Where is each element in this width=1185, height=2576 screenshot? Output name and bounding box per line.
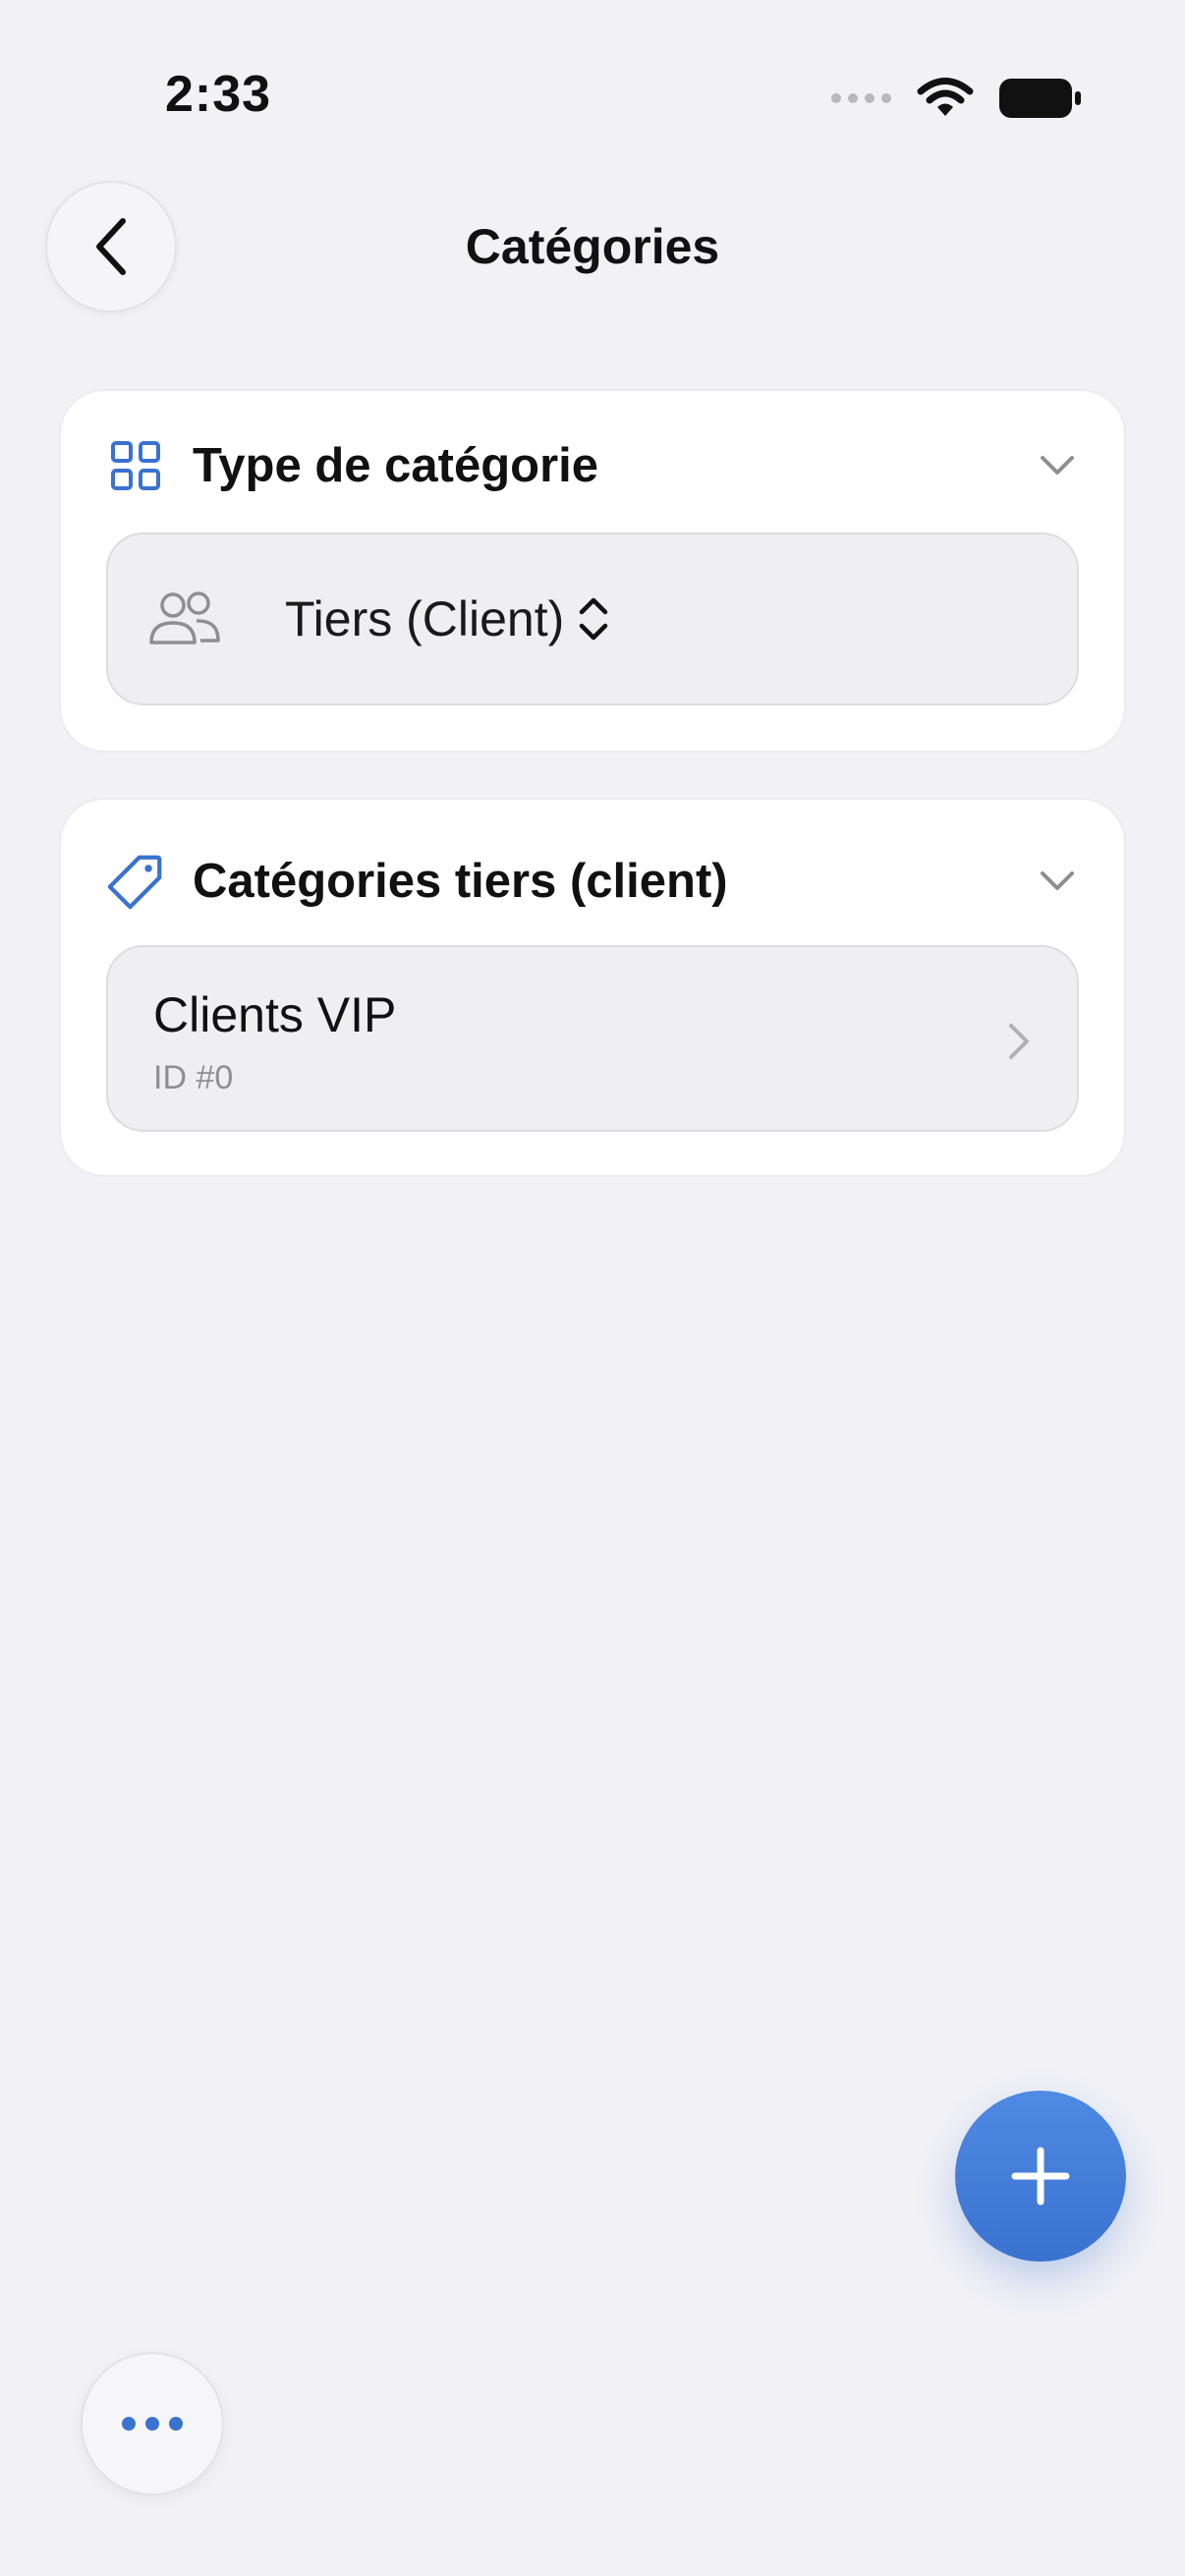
chevron-down-icon[interactable]: [1038, 446, 1077, 485]
categories-title: Catégories tiers (client): [193, 855, 728, 908]
category-list-item[interactable]: Clients VIP ID #0: [106, 945, 1079, 1132]
category-type-title: Type de catégorie: [193, 439, 599, 492]
chevron-right-icon: [1009, 1024, 1029, 1059]
chevron-up-down-icon: [580, 597, 608, 641]
category-type-value: Tiers (Client): [285, 591, 565, 646]
battery-icon: [999, 79, 1081, 118]
add-category-button[interactable]: [955, 2091, 1126, 2262]
category-type-card: Type de catégorie Tiers (Client): [59, 389, 1126, 753]
grid-icon: [108, 438, 163, 493]
category-type-header[interactable]: Type de catégorie: [108, 436, 1077, 495]
categories-header[interactable]: Catégories tiers (client): [108, 847, 1077, 916]
plus-icon: [1011, 2147, 1070, 2206]
people-icon: [149, 591, 220, 644]
categories-screen: 2:33 Catégories Type de catégorie Tiers …: [0, 0, 1185, 2576]
tag-icon: [108, 854, 163, 910]
status-icons: [831, 71, 1082, 126]
page-title: Catégories: [465, 219, 720, 274]
categories-card: Catégories tiers (client) Clients VIP ID…: [59, 798, 1126, 1177]
category-id: ID #0: [153, 1059, 234, 1096]
chevron-down-icon[interactable]: [1038, 862, 1077, 901]
more-options-button[interactable]: [81, 2352, 224, 2495]
status-time: 2:33: [165, 66, 272, 123]
signal-dots-icon: [831, 93, 891, 103]
category-name: Clients VIP: [153, 987, 397, 1042]
category-type-select[interactable]: Tiers (Client): [106, 532, 1079, 705]
wifi-icon: [917, 78, 974, 116]
ellipsis-icon: [122, 2417, 136, 2431]
